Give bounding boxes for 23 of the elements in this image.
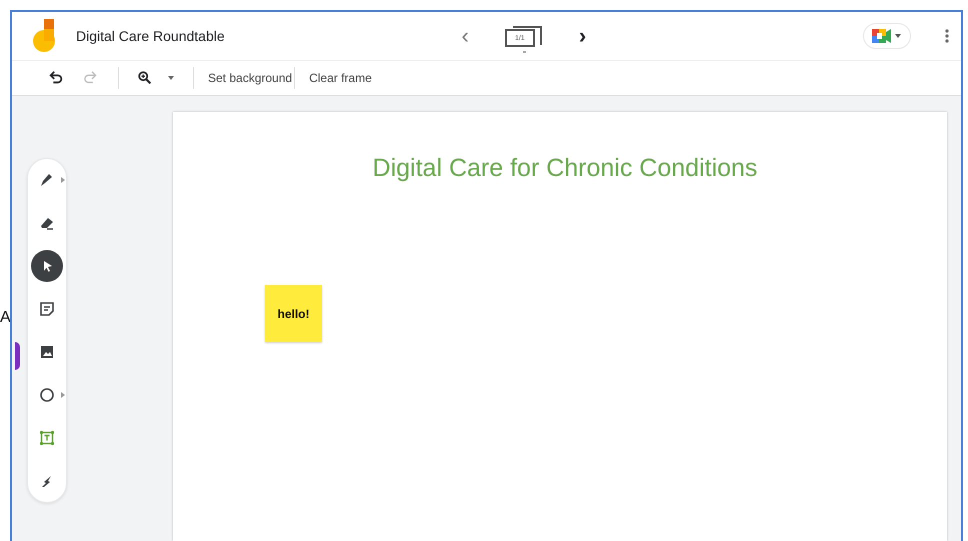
video-camera-icon (872, 29, 892, 43)
previous-frame-button[interactable]: ‹ (455, 23, 475, 49)
sticky-note-icon (38, 300, 56, 318)
zoom-icon (137, 70, 153, 86)
meet-button[interactable] (863, 23, 911, 49)
frame-title: Digital Care for Chronic Conditions (372, 154, 758, 183)
caret-icon (167, 75, 175, 81)
toolbar-button[interactable]: Set background (208, 67, 292, 89)
more-menu-icon[interactable] (945, 28, 949, 44)
app-logo (32, 19, 58, 53)
circle-icon (38, 386, 56, 404)
board-title: Digital Care Roundtable (76, 28, 225, 44)
image-icon (38, 343, 56, 361)
toolbar-button[interactable]: Clear frame (309, 67, 372, 89)
stray-letter: A (0, 309, 11, 326)
sticky-note: hello! (265, 285, 322, 342)
text-box-icon (38, 429, 56, 447)
next-frame-button[interactable]: › (572, 23, 592, 49)
submenu-arrow-icon (61, 392, 65, 398)
caret-icon (894, 33, 902, 39)
undo-icon (48, 70, 64, 86)
tool-button[interactable] (31, 250, 63, 282)
submenu-arrow-icon (61, 177, 65, 183)
